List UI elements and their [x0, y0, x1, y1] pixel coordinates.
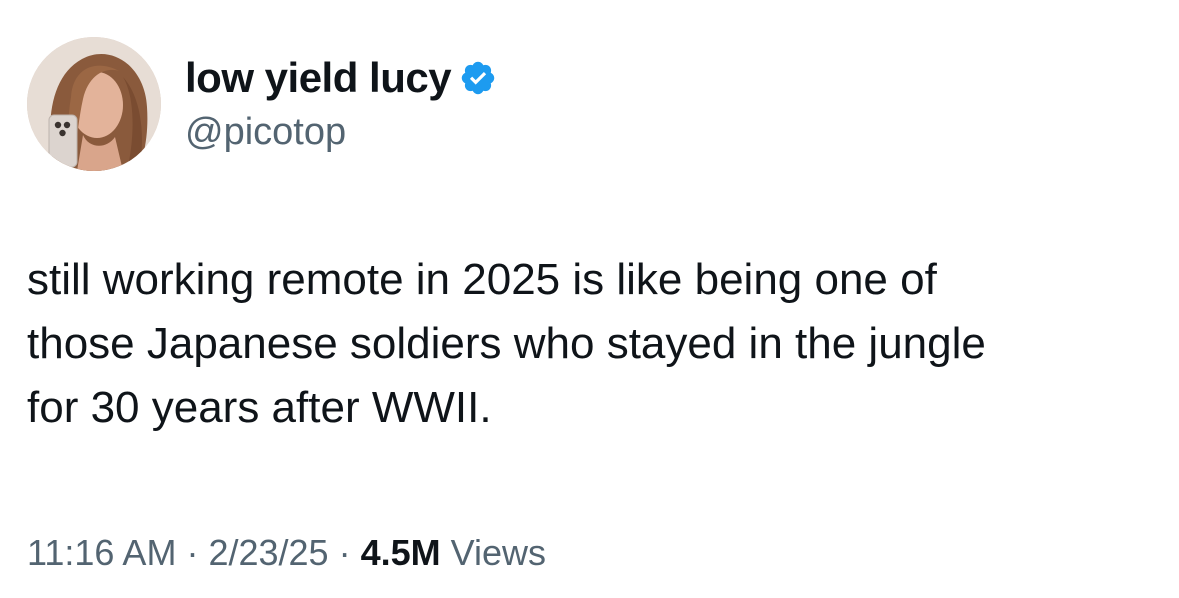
avatar-photo: [27, 37, 161, 171]
verified-badge-icon[interactable]: [459, 59, 497, 97]
tweet-card: low yield lucy @picotop still working re…: [0, 0, 1179, 598]
author-name-row[interactable]: low yield lucy: [185, 52, 497, 104]
display-name[interactable]: low yield lucy: [185, 52, 452, 104]
tweet-text: still working remote in 2025 is like bei…: [27, 255, 986, 432]
avatar[interactable]: [27, 37, 161, 171]
tweet-meta: 11:16 AM · 2/23/25 · 4.5M Views: [27, 530, 546, 576]
tweet-time[interactable]: 11:16 AM: [27, 532, 176, 573]
meta-separator: ·: [186, 532, 199, 573]
author-handle[interactable]: @picotop: [185, 108, 346, 156]
views-count[interactable]: 4.5M: [361, 532, 441, 573]
meta-separator: ·: [338, 532, 351, 573]
tweet-date[interactable]: 2/23/25: [208, 532, 328, 573]
views-label[interactable]: Views: [451, 532, 546, 573]
